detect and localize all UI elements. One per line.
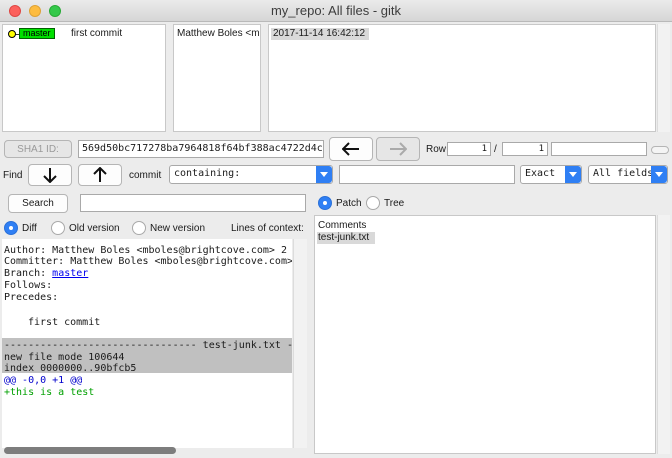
old-version-label[interactable]: Old version [69, 223, 120, 234]
commit-date-pane[interactable]: 2017-11-14 16:42:12 [268, 24, 656, 132]
commit-message[interactable]: first commit [71, 28, 122, 39]
details-horizontal-scrollbar[interactable] [4, 447, 176, 454]
branch-tag-master[interactable]: master [19, 28, 55, 39]
old-version-radio[interactable] [51, 221, 65, 235]
details-scrollbar[interactable] [293, 239, 307, 448]
author-line: Author: Matthew Boles <mboles@brightcove… [4, 245, 287, 256]
search-input[interactable] [80, 194, 306, 212]
commit-date[interactable]: 2017-11-14 16:42:12 [273, 28, 365, 39]
branch-link[interactable]: master [52, 268, 88, 279]
arrow-down-icon [43, 168, 57, 183]
sha1-id-field[interactable]: 569d50bc717278ba7964818f64bf388ac4722d4c [78, 140, 324, 158]
diff-label[interactable]: Diff [22, 223, 37, 234]
branch-line: Branch: master [4, 268, 88, 279]
row-current-field: 1 [447, 142, 491, 156]
arrow-left-icon [342, 142, 359, 156]
new-version-label[interactable]: New version [150, 223, 205, 234]
search-button[interactable]: Search [8, 194, 68, 213]
hunk-header-line: @@ -0,0 +1 @@ [4, 375, 83, 386]
file-index-line: index 0000000..90bfcb5 [4, 363, 137, 374]
file-header-line: -------------------------------- test-ju… [4, 340, 292, 351]
forward-button[interactable] [376, 137, 420, 161]
commit-author-pane[interactable]: Matthew Boles <m [173, 24, 261, 132]
file-mode-line: new file mode 100644 [4, 352, 125, 363]
commit-details-pane[interactable]: Author: Matthew Boles <mboles@brightcove… [2, 239, 292, 448]
find-fields-select[interactable]: All fields [588, 165, 668, 184]
file-list-pane[interactable]: Comments test-junk.txt [314, 215, 656, 454]
arrow-right-icon [390, 142, 407, 156]
patch-radio[interactable] [318, 196, 332, 210]
diff-radio[interactable] [4, 221, 18, 235]
tree-label[interactable]: Tree [384, 198, 404, 209]
find-match-value: Exact [525, 168, 556, 179]
find-type-value: containing: [174, 168, 241, 179]
find-prev-button[interactable] [78, 164, 122, 186]
title-bar: my_repo: All files - gitk [0, 0, 672, 22]
file-list-item-comments[interactable]: Comments [318, 220, 366, 231]
follows-line: Follows: [4, 280, 53, 291]
commit-list-scrollbar[interactable] [657, 24, 670, 132]
new-version-radio[interactable] [132, 221, 146, 235]
loading-progress-bar [651, 146, 669, 154]
file-list-item-test-junk[interactable]: test-junk.txt [318, 232, 369, 243]
find-type-select[interactable]: containing: [169, 165, 333, 184]
row-total-field: 1 [502, 142, 548, 156]
find-text-input[interactable] [339, 165, 515, 184]
back-button[interactable] [329, 137, 373, 161]
chevron-down-icon [651, 166, 667, 183]
file-list-scrollbar[interactable] [657, 215, 670, 454]
row-label: Row [426, 144, 447, 155]
chevron-down-icon [316, 166, 332, 183]
chevron-down-icon [565, 166, 581, 183]
sha1-id-button[interactable]: SHA1 ID: [4, 140, 72, 158]
row-extra-field [551, 142, 647, 156]
branch-line-label: Branch: [4, 268, 53, 279]
row-separator: / [494, 144, 497, 155]
window-title: my_repo: All files - gitk [270, 3, 402, 18]
precedes-line: Precedes: [4, 292, 59, 303]
committer-line: Committer: Matthew Boles <mboles@brightc… [4, 256, 292, 267]
commit-graph-pane[interactable]: master first commit [2, 24, 166, 132]
find-label: Find [3, 170, 23, 181]
find-fields-value: All fields [593, 168, 654, 179]
lines-of-context-label: Lines of context: [231, 223, 304, 234]
find-next-button[interactable] [28, 164, 72, 186]
arrow-up-icon [93, 167, 107, 182]
commit-message-body: first commit [28, 317, 101, 328]
find-commit-label: commit [129, 170, 162, 181]
find-match-select[interactable]: Exact [520, 165, 582, 184]
tree-radio[interactable] [366, 196, 380, 210]
added-line: +this is a test [4, 387, 95, 398]
commit-node-icon[interactable] [8, 30, 16, 38]
commit-author[interactable]: Matthew Boles <m [177, 28, 260, 39]
patch-label[interactable]: Patch [336, 198, 362, 209]
